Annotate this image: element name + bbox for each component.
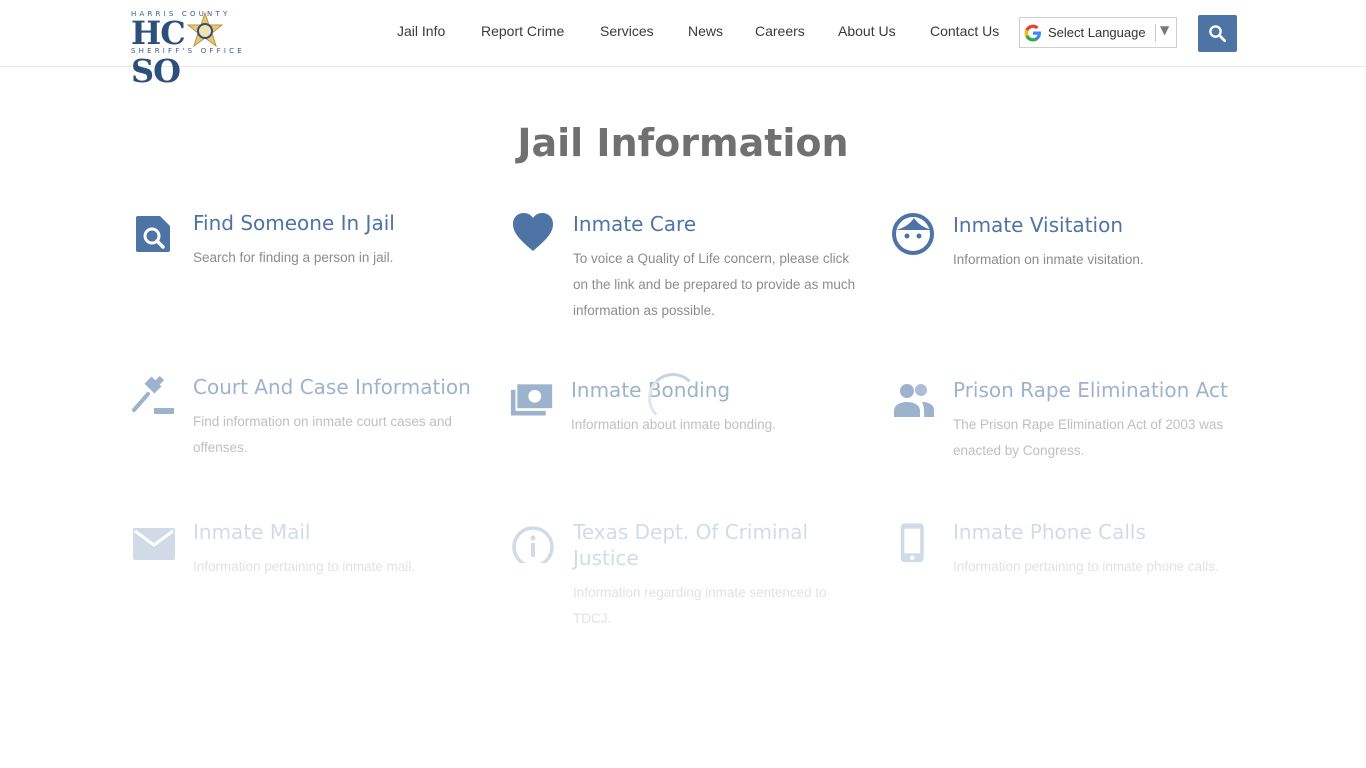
nav-news[interactable]: News <box>688 23 723 39</box>
nav-services[interactable]: Services <box>600 23 654 39</box>
face-icon <box>892 213 934 255</box>
logo-bottom-text: SHERIFF'S OFFICE <box>131 47 245 55</box>
badge-star-icon <box>186 12 224 48</box>
card-title: Prison Rape Elimination Act <box>953 378 1228 402</box>
card-description: Find information on inmate court cases a… <box>193 414 452 455</box>
card-title: Find Someone In Jail <box>193 211 395 235</box>
search-icon <box>1209 25 1227 43</box>
phone-icon <box>900 523 924 563</box>
logo-main-right: SO <box>131 52 181 90</box>
card-description: Information about inmate bonding. <box>571 417 776 432</box>
card-description: Information on inmate visitation. <box>953 252 1144 267</box>
heart-icon <box>513 213 553 251</box>
card-description: Information pertaining to inmate mail. <box>193 559 416 574</box>
card-description: To voice a Quality of Life concern, plea… <box>573 251 856 318</box>
gavel-icon <box>132 375 174 414</box>
card-description: The Prison Rape Elimination Act of 2003 … <box>953 417 1224 458</box>
nav-careers[interactable]: Careers <box>755 23 805 39</box>
nav-about-us[interactable]: About Us <box>838 23 896 39</box>
search-button[interactable] <box>1198 15 1237 52</box>
language-select[interactable]: Select Language ▼ <box>1019 17 1177 48</box>
info-icon <box>512 526 554 563</box>
card-title: Inmate Care <box>573 212 697 236</box>
nav-report-crime[interactable]: Report Crime <box>481 23 564 39</box>
loading-spinner <box>648 373 698 423</box>
google-icon <box>1024 24 1041 42</box>
nav-jail-info[interactable]: Jail Info <box>397 23 445 39</box>
card-title: Court And Case Information <box>193 375 471 399</box>
language-label: Select Language <box>1048 25 1146 40</box>
card-title: Texas Dept. Of Criminal Justice <box>573 520 809 570</box>
search-document-icon <box>136 216 170 252</box>
nav-contact-us[interactable]: Contact Us <box>930 23 999 39</box>
mail-icon <box>133 528 175 560</box>
card-title: Inmate Visitation <box>953 213 1123 237</box>
people-icon <box>894 384 934 417</box>
money-icon <box>510 384 553 416</box>
language-divider <box>1155 24 1156 42</box>
card-description: Information pertaining to inmate phone c… <box>953 559 1219 574</box>
site-header: HARRIS COUNTY HCSO SHERIFF'S OFFICE Jail… <box>0 0 1366 90</box>
card-title: Inmate Phone Calls <box>953 520 1146 544</box>
card-description: Search for finding a person in jail. <box>193 250 394 265</box>
card-title: Inmate Mail <box>193 520 311 544</box>
page-title: Jail Information <box>517 121 849 165</box>
dropdown-arrow-icon: ▼ <box>1160 23 1170 37</box>
card-title: Inmate Bonding <box>571 378 731 402</box>
card-description: Information regarding inmate sentenced t… <box>573 585 827 626</box>
hcso-logo[interactable]: HARRIS COUNTY HCSO SHERIFF'S OFFICE <box>131 10 271 90</box>
